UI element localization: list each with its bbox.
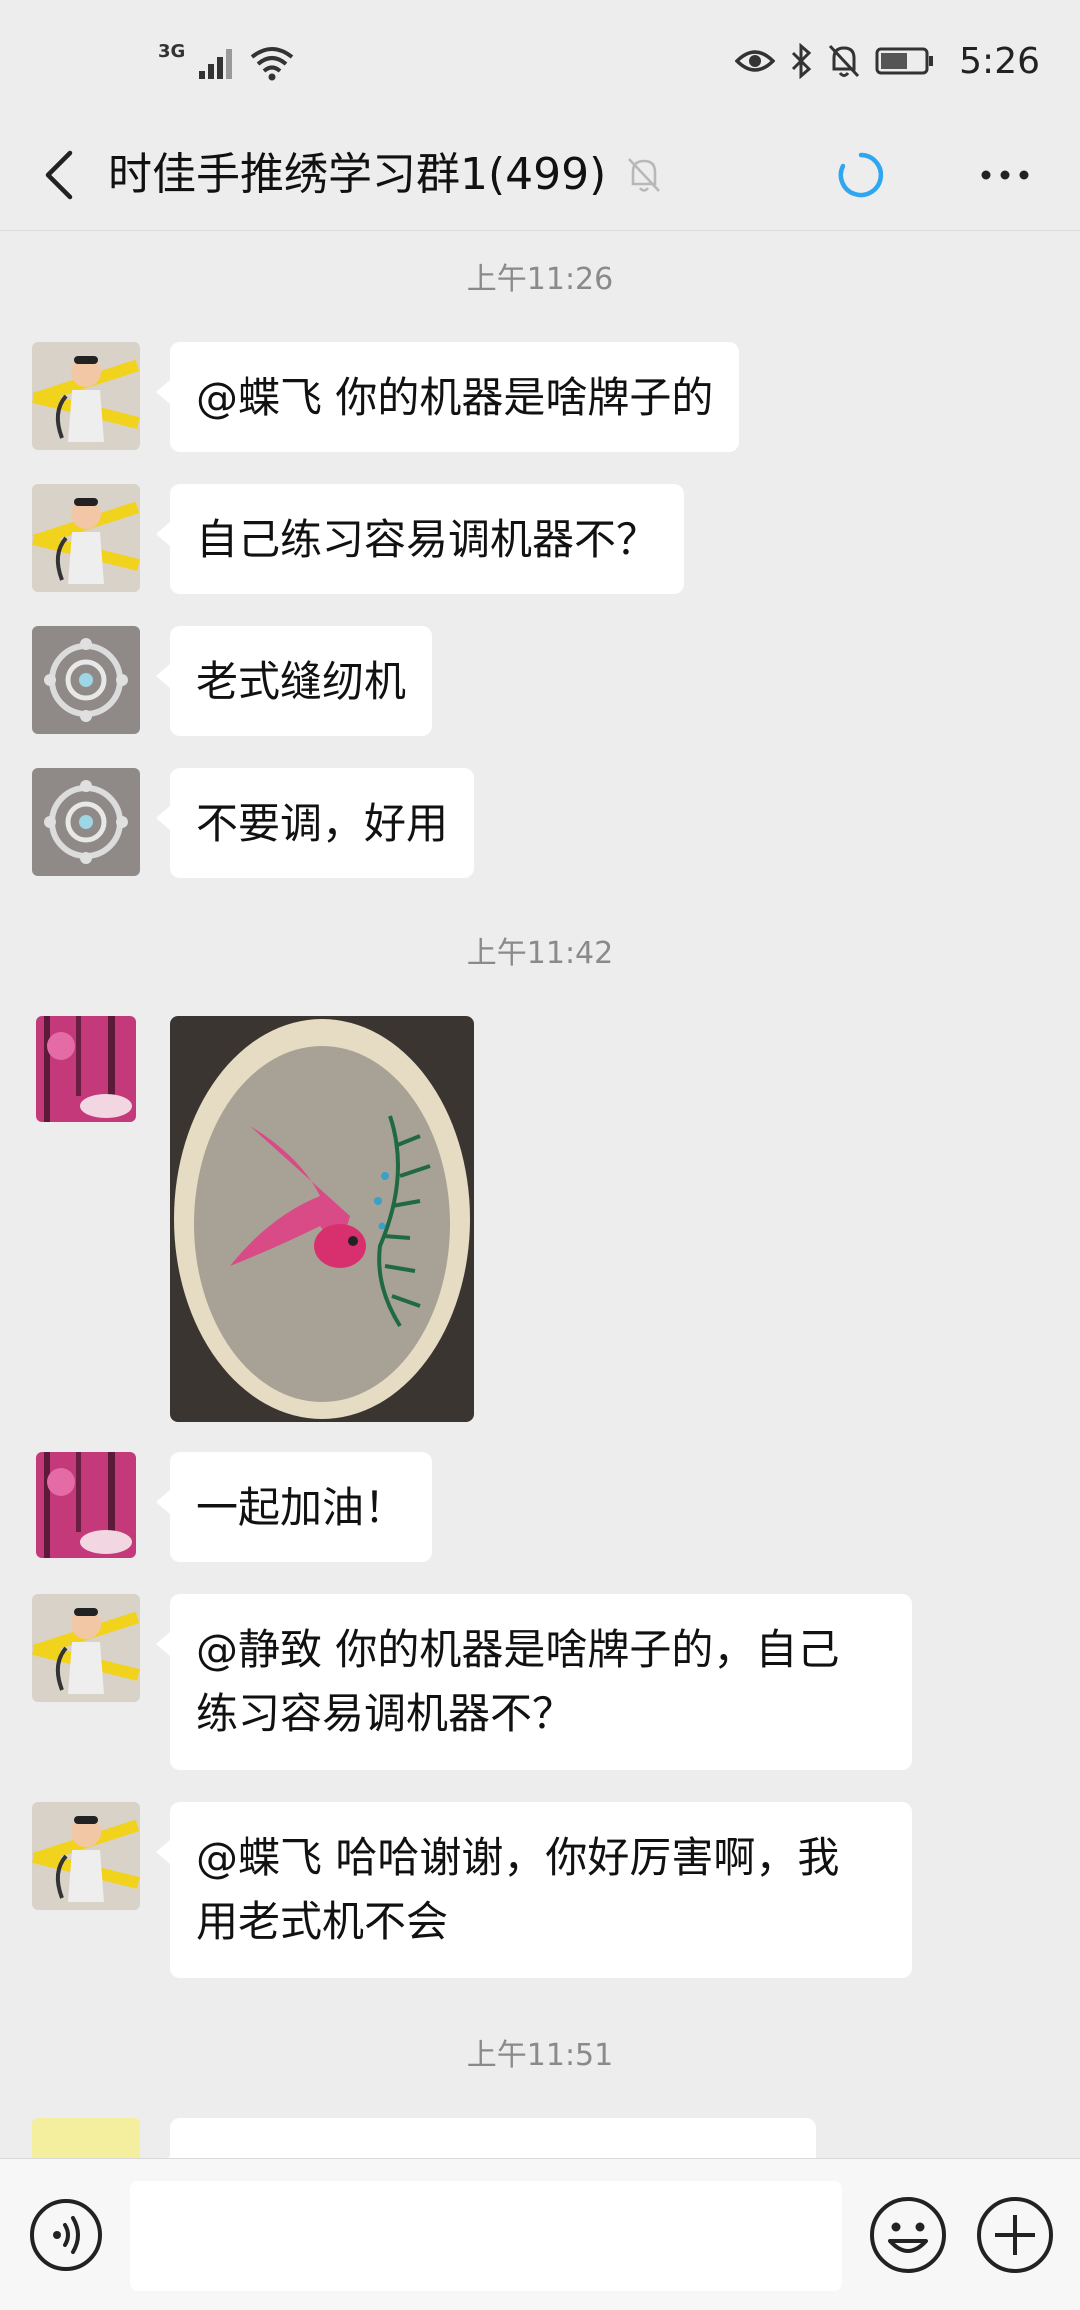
avatar[interactable] — [36, 1016, 136, 1122]
message-text: 老式缝纫机 — [196, 657, 407, 706]
message-bubble[interactable]: 老式缝纫机 — [155, 626, 433, 736]
chat-screen: 3G 5:26 时佳手推绣学习群1(499) 上午11:26 @蝶飞 你的机器是… — [0, 0, 1080, 2310]
image-message[interactable] — [170, 1016, 474, 1422]
bluetooth-icon — [792, 43, 812, 79]
more-button[interactable] — [970, 142, 1040, 208]
message-text-line: 练习容易调机器不？ — [196, 1689, 575, 1738]
status-bar: 3G 5:26 — [0, 0, 1080, 120]
avatar-pink-forest-image — [36, 1452, 136, 1558]
wifi-icon — [251, 47, 294, 81]
notifications-off-icon — [829, 44, 860, 78]
avatar-girl-image — [32, 342, 140, 450]
emoji-icon — [870, 2197, 946, 2273]
message-input[interactable] — [130, 2181, 842, 2291]
plus-icon — [977, 2197, 1053, 2273]
voice-button[interactable] — [28, 2197, 104, 2273]
avatar[interactable] — [32, 768, 140, 876]
battery-icon — [875, 47, 934, 75]
avatar-embroidery-image — [32, 768, 140, 876]
loading-indicator — [828, 142, 894, 208]
voice-icon — [30, 2199, 102, 2271]
avatar[interactable] — [36, 1452, 136, 1558]
eye-icon — [735, 50, 776, 72]
signal-icon — [199, 49, 233, 79]
message-text-line: @蝶飞 哈哈谢谢，你好厉害啊，我 — [196, 1833, 840, 1882]
system-status: 5:26 — [735, 34, 1040, 88]
message-text: 一起加油！ — [196, 1483, 407, 1532]
avatar[interactable] — [32, 626, 140, 734]
clock: 5:26 — [959, 40, 1040, 82]
timestamp: 上午11:26 — [466, 262, 614, 297]
avatar[interactable] — [32, 1594, 140, 1702]
message-bubble[interactable]: 不要调，好用 — [155, 768, 475, 878]
emoji-button[interactable] — [868, 2195, 948, 2275]
avatar[interactable] — [32, 342, 140, 450]
message-text-line: 用老式机不会 — [196, 1897, 449, 1946]
chat-header: 时佳手推绣学习群1(499) — [0, 120, 1080, 231]
avatar-embroidery-image — [32, 626, 140, 734]
avatar[interactable] — [32, 484, 140, 592]
message-bubble[interactable]: 一起加油！ — [155, 1452, 433, 1562]
avatar-girl-image — [32, 1802, 140, 1910]
group-title: 时佳手推绣学习群1(499) — [108, 149, 607, 200]
message-bubble[interactable]: @蝶飞 哈哈谢谢，你好厉害啊，我 用老式机不会 — [156, 1802, 912, 1978]
more-icon — [981, 170, 1029, 180]
avatar-girl-image — [32, 484, 140, 592]
message-bubble[interactable]: @静致 你的机器是啥牌子的，自己 练习容易调机器不？ — [156, 1594, 912, 1770]
message-text: 自己练习容易调机器不？ — [196, 515, 659, 564]
network-type: 3G — [158, 40, 186, 62]
mute-indicator — [626, 146, 676, 204]
avatar-girl-image — [32, 1594, 140, 1702]
input-bar — [0, 2158, 1080, 2310]
back-button[interactable] — [26, 142, 92, 208]
message-bubble[interactable]: @蝶飞 你的机器是啥牌子的 — [155, 342, 740, 452]
message-text-line: @静致 你的机器是啥牌子的，自己 — [196, 1625, 840, 1674]
goldfish-embroidery-hoop-image — [170, 1016, 474, 1422]
message-text: 不要调，好用 — [196, 799, 449, 848]
avatar[interactable] — [32, 1802, 140, 1910]
timestamp: 上午11:51 — [466, 2038, 614, 2073]
mute-bell-icon — [628, 158, 660, 192]
back-arrow-icon — [45, 150, 73, 200]
message-bubble[interactable]: 自己练习容易调机器不？ — [155, 484, 685, 594]
network-status: 3G — [158, 38, 295, 88]
avatar-pink-forest-image — [36, 1016, 136, 1122]
loading-spinner-icon — [838, 152, 884, 198]
timestamp: 上午11:42 — [466, 936, 614, 971]
plus-button[interactable] — [975, 2195, 1055, 2275]
message-text: @蝶飞 你的机器是啥牌子的 — [196, 373, 714, 422]
